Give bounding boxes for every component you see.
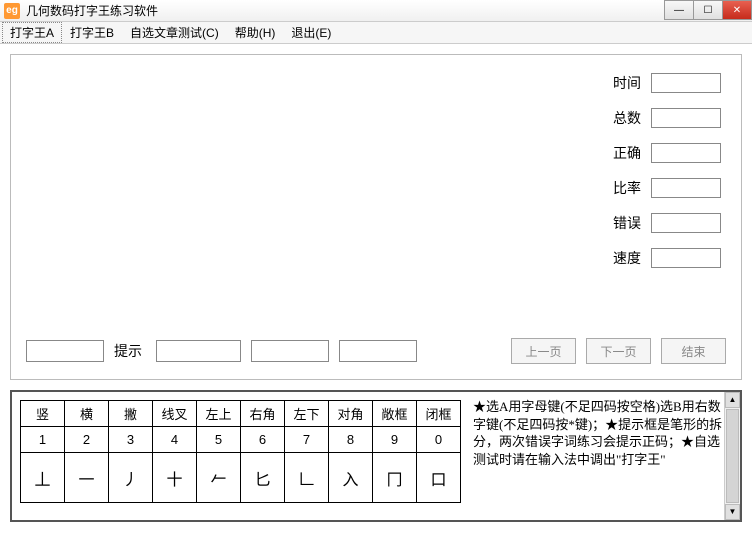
num-8: 9 bbox=[373, 427, 417, 453]
scroll-up-icon[interactable]: ▲ bbox=[725, 392, 740, 408]
menu-exit[interactable]: 退出(E) bbox=[283, 22, 339, 43]
table-row-numbers: 1 2 3 4 5 6 7 8 9 0 bbox=[21, 427, 461, 453]
hdr-7: 对角 bbox=[329, 401, 373, 427]
menu-typing-a[interactable]: 打字王A bbox=[2, 22, 62, 43]
shp-2: 丿 bbox=[109, 453, 153, 503]
speed-label: 速度 bbox=[613, 248, 641, 268]
hdr-4: 左上 bbox=[197, 401, 241, 427]
num-5: 6 bbox=[241, 427, 285, 453]
shp-9: 口 bbox=[417, 453, 461, 503]
field-1[interactable] bbox=[156, 340, 241, 362]
menu-custom-test[interactable]: 自选文章测试(C) bbox=[122, 22, 227, 43]
scroll-down-icon[interactable]: ▼ bbox=[725, 504, 740, 520]
hint-input[interactable] bbox=[26, 340, 104, 362]
reference-table: 竖 横 撇 线叉 左上 右角 左下 对角 敞框 闭框 1 2 3 4 5 6 7… bbox=[12, 392, 469, 520]
rate-label: 比率 bbox=[613, 178, 641, 198]
error-field bbox=[651, 213, 721, 233]
scrollbar[interactable]: ▲ ▼ bbox=[724, 392, 740, 520]
num-3: 4 bbox=[153, 427, 197, 453]
num-9: 0 bbox=[417, 427, 461, 453]
main-panel: 时间 总数 正确 比率 错误 速度 提示 上一页 下一页 bbox=[10, 54, 742, 380]
reference-note: ★选A用字母键(不足四码按空格)选B用右数字键(不足四码按*键)；★提示框是笔形… bbox=[469, 392, 740, 520]
menu-typing-b[interactable]: 打字王B bbox=[62, 22, 122, 43]
time-field bbox=[651, 73, 721, 93]
shp-6: 𠃊 bbox=[285, 453, 329, 503]
rate-field bbox=[651, 178, 721, 198]
maximize-button[interactable]: ☐ bbox=[693, 0, 723, 20]
shp-8: 冂 bbox=[373, 453, 417, 503]
minimize-button[interactable]: — bbox=[664, 0, 694, 20]
num-7: 8 bbox=[329, 427, 373, 453]
num-2: 3 bbox=[109, 427, 153, 453]
scroll-thumb[interactable] bbox=[726, 409, 739, 503]
table-row-shapes: 丄 一 丿 十 𠂉 匕 𠃊 入 冂 口 bbox=[21, 453, 461, 503]
stats-panel: 时间 总数 正确 比率 错误 速度 bbox=[581, 73, 721, 283]
error-label: 错误 bbox=[613, 213, 641, 233]
input-row: 提示 上一页 下一页 结束 bbox=[26, 338, 726, 364]
hdr-2: 撇 bbox=[109, 401, 153, 427]
hdr-8: 敞框 bbox=[373, 401, 417, 427]
shp-3: 十 bbox=[153, 453, 197, 503]
num-6: 7 bbox=[285, 427, 329, 453]
field-2[interactable] bbox=[251, 340, 329, 362]
hdr-1: 横 bbox=[65, 401, 109, 427]
num-0: 1 bbox=[21, 427, 65, 453]
end-button[interactable]: 结束 bbox=[661, 338, 726, 364]
shp-4: 𠂉 bbox=[197, 453, 241, 503]
menu-help[interactable]: 帮助(H) bbox=[227, 22, 284, 43]
total-label: 总数 bbox=[613, 108, 641, 128]
time-label: 时间 bbox=[613, 73, 641, 93]
shp-1: 一 bbox=[65, 453, 109, 503]
next-page-button[interactable]: 下一页 bbox=[586, 338, 651, 364]
hdr-9: 闭框 bbox=[417, 401, 461, 427]
hdr-5: 右角 bbox=[241, 401, 285, 427]
app-icon: eg bbox=[4, 3, 20, 19]
menu-bar: 打字王A 打字王B 自选文章测试(C) 帮助(H) 退出(E) bbox=[0, 22, 752, 44]
hdr-6: 左下 bbox=[285, 401, 329, 427]
reference-frame: 竖 横 撇 线叉 左上 右角 左下 对角 敞框 闭框 1 2 3 4 5 6 7… bbox=[10, 390, 742, 522]
table-row-headers: 竖 横 撇 线叉 左上 右角 左下 对角 敞框 闭框 bbox=[21, 401, 461, 427]
shp-7: 入 bbox=[329, 453, 373, 503]
speed-field bbox=[651, 248, 721, 268]
hdr-0: 竖 bbox=[21, 401, 65, 427]
window-title: 几何数码打字王练习软件 bbox=[26, 2, 748, 19]
total-field bbox=[651, 108, 721, 128]
prev-page-button[interactable]: 上一页 bbox=[511, 338, 576, 364]
shp-5: 匕 bbox=[241, 453, 285, 503]
correct-field bbox=[651, 143, 721, 163]
hint-label: 提示 bbox=[114, 341, 142, 361]
note-text: ★选A用字母键(不足四码按空格)选B用右数字键(不足四码按*键)；★提示框是笔形… bbox=[473, 399, 722, 467]
shp-0: 丄 bbox=[21, 453, 65, 503]
hdr-3: 线叉 bbox=[153, 401, 197, 427]
close-button[interactable]: ✕ bbox=[722, 0, 752, 20]
title-bar: eg 几何数码打字王练习软件 — ☐ ✕ bbox=[0, 0, 752, 22]
num-1: 2 bbox=[65, 427, 109, 453]
field-3[interactable] bbox=[339, 340, 417, 362]
num-4: 5 bbox=[197, 427, 241, 453]
correct-label: 正确 bbox=[613, 143, 641, 163]
